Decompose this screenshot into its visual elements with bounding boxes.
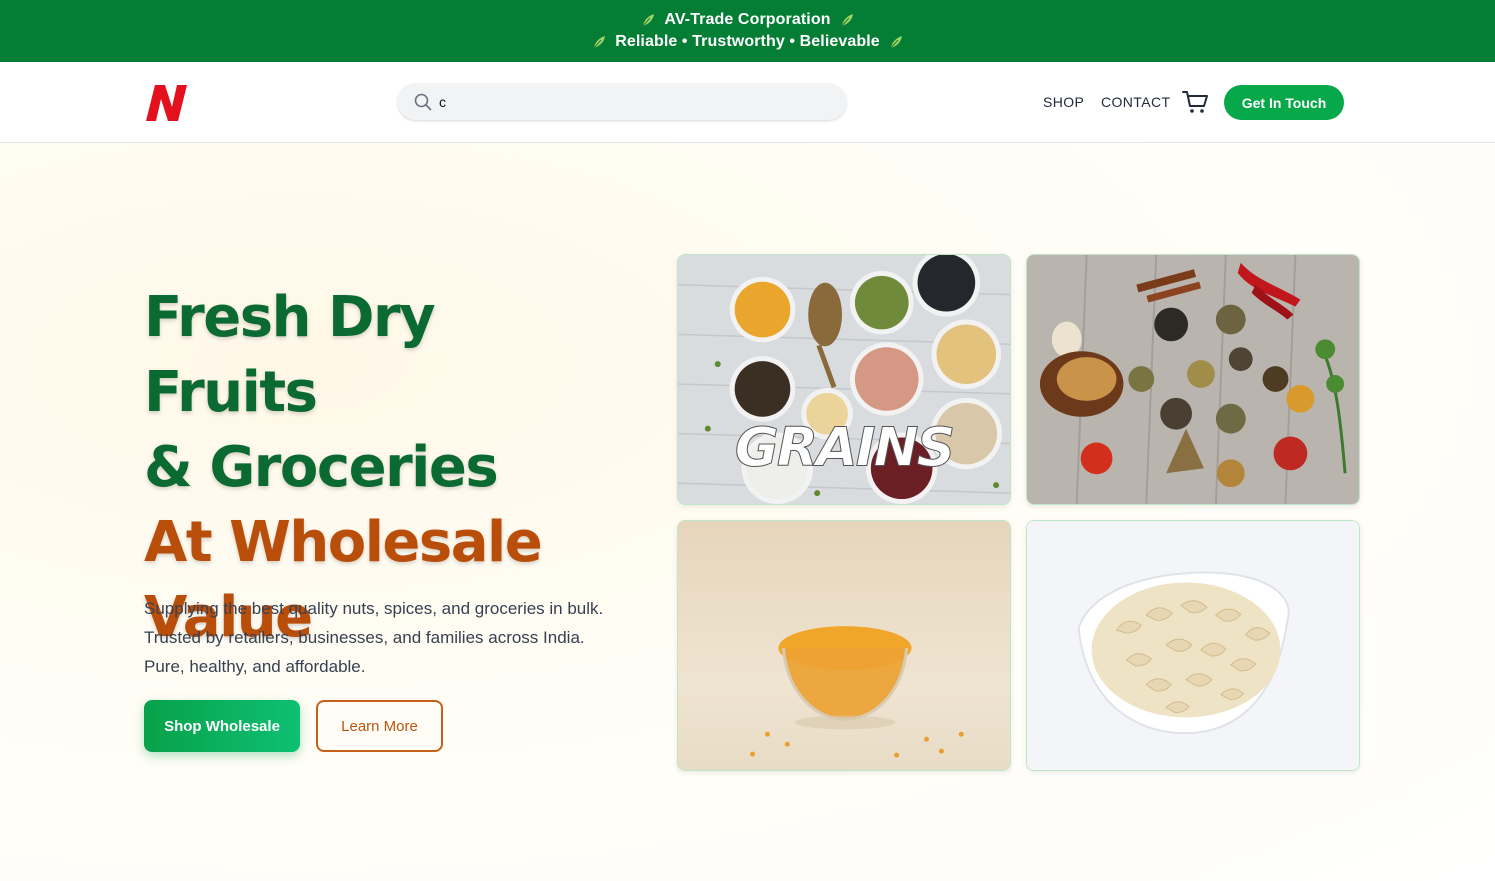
get-in-touch-button[interactable]: Get In Touch bbox=[1224, 85, 1344, 120]
spices-image[interactable] bbox=[1026, 254, 1360, 505]
banner-company-name: AV-Trade Corporation bbox=[664, 11, 831, 28]
headline-line-2: & Groceries bbox=[144, 435, 499, 500]
lentils-bowl-image[interactable] bbox=[677, 520, 1011, 771]
learn-more-button[interactable]: Learn More bbox=[316, 700, 443, 752]
leaf-icon bbox=[593, 36, 606, 49]
search-bar[interactable] bbox=[397, 83, 847, 121]
search-icon bbox=[414, 93, 432, 111]
shop-wholesale-button[interactable]: Shop Wholesale bbox=[144, 700, 300, 752]
site-header: SHOP CONTACT Get In Touch bbox=[0, 62, 1495, 143]
nav-contact-link[interactable]: CONTACT bbox=[1101, 94, 1170, 110]
headline-line-1: Fresh Dry Fruits bbox=[144, 285, 436, 425]
banner-tagline-row: Reliable • Trustworthy • Believable bbox=[591, 33, 904, 51]
nav-shop-link[interactable]: SHOP bbox=[1043, 94, 1084, 110]
n-logo-icon[interactable] bbox=[143, 83, 189, 123]
grains-image[interactable]: GRAINS bbox=[677, 254, 1011, 505]
cashews-bowl-image[interactable] bbox=[1026, 520, 1360, 771]
leaf-icon bbox=[841, 14, 853, 27]
headline-line-3: At Wholesale bbox=[144, 510, 543, 575]
cart-icon[interactable] bbox=[1181, 88, 1209, 116]
leaf-icon bbox=[890, 36, 902, 49]
banner-title-row: AV-Trade Corporation bbox=[640, 11, 854, 29]
banner-tagline: Reliable • Trustworthy • Believable bbox=[615, 33, 880, 50]
top-banner: AV-Trade Corporation Reliable • Trustwor… bbox=[0, 0, 1495, 62]
leaf-icon bbox=[643, 14, 655, 27]
grains-label: GRAINS bbox=[735, 415, 953, 478]
search-input[interactable] bbox=[439, 83, 829, 121]
hero-description: Supplying the best quality nuts, spices,… bbox=[144, 599, 604, 676]
